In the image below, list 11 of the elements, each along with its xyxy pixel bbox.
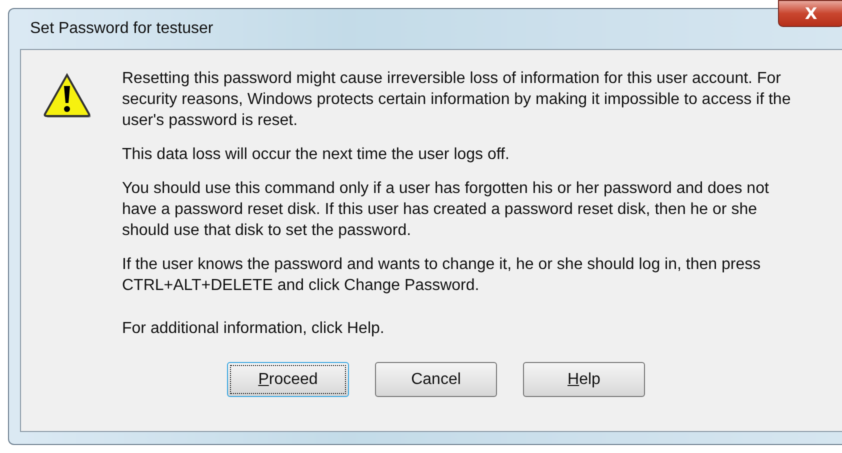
warning-icon xyxy=(42,72,92,118)
dialog-button[interactable]: Help xyxy=(523,362,645,397)
message-paragraph: This data loss will occur the next time the user logs off. xyxy=(122,145,510,165)
message-paragraph: Resetting this password might cause irreversible loss of information for this user account. For security reasons, Windows protects certain information by making it impossible to access if the user's password is reset. xyxy=(122,69,792,131)
dialog-button[interactable]: Proceed xyxy=(227,362,349,397)
message-paragraph: If the user knows the password and wants to change it, he or she should log in, then press CTRL+ALT+DELETE and click Change Password. xyxy=(122,255,762,296)
message-paragraph: For additional information, click Help. xyxy=(122,319,386,339)
message-paragraph: You should use this command only if a user has forgotten his or her password and does not have a password reset disk. If this user has created a password reset disk, then he or she should use that disk to set the password. xyxy=(122,179,770,241)
dialog-button[interactable]: Cancel xyxy=(375,362,497,397)
window-title: Set Password for testuser xyxy=(30,20,214,38)
close-button[interactable]: X xyxy=(778,0,842,27)
